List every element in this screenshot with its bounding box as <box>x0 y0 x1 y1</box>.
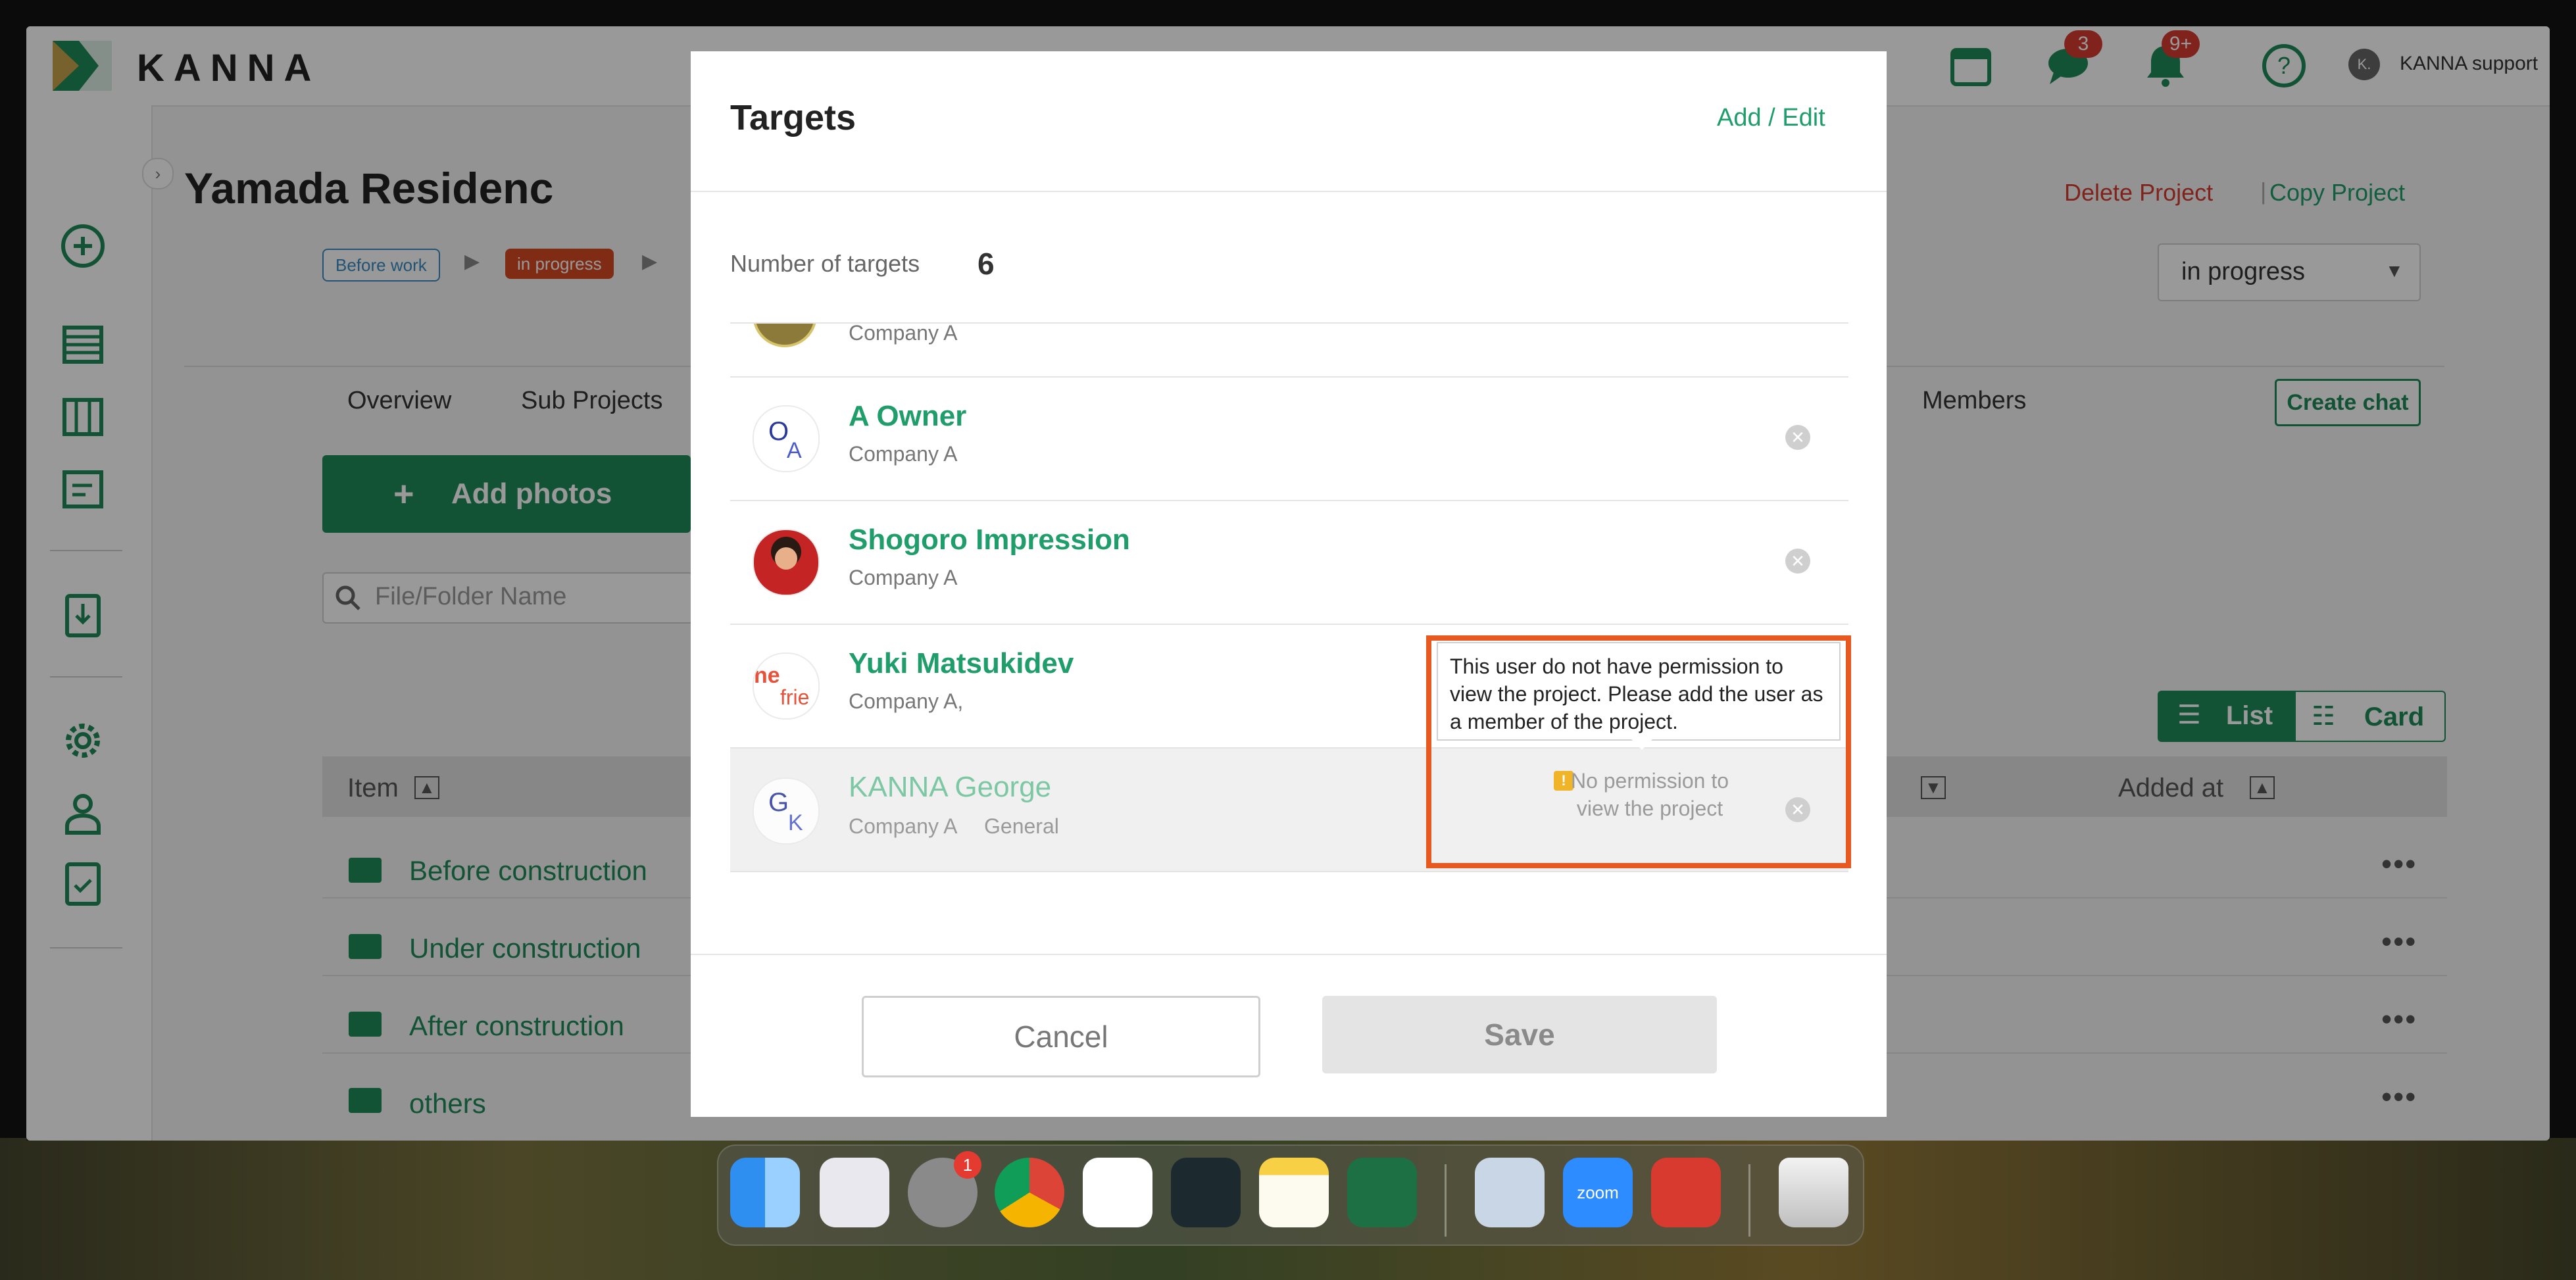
row-divider <box>730 624 1848 625</box>
modal-title: Targets <box>730 98 856 137</box>
target-name[interactable]: KANNA George <box>849 771 1051 804</box>
target-company: Company A <box>849 442 958 466</box>
number-of-targets-value: 6 <box>978 247 995 281</box>
notes-icon[interactable] <box>1259 1158 1329 1227</box>
target-company: Company A, <box>849 689 964 713</box>
target-avatar <box>753 324 817 347</box>
avatar-photo <box>775 547 797 570</box>
target-company: Company A <box>849 321 958 345</box>
modal-header-divider <box>691 191 1887 192</box>
modal-footer-divider <box>691 954 1887 955</box>
target-company: Company A <box>849 566 958 589</box>
target-name[interactable]: Yuki Matsukidev <box>849 647 1074 680</box>
chrome-icon[interactable] <box>995 1158 1064 1227</box>
number-of-targets-label: Number of targets <box>730 250 920 277</box>
dock-divider <box>1748 1164 1750 1237</box>
target-name[interactable]: A Owner <box>849 400 966 433</box>
excel-icon[interactable] <box>1347 1158 1417 1227</box>
target-avatar <box>753 529 820 596</box>
remove-target-icon[interactable]: ✕ <box>1785 425 1810 450</box>
target-avatar: ne frie <box>753 652 820 720</box>
avatar-initials: A <box>787 438 802 463</box>
target-name[interactable]: Shogoro Impression <box>849 524 1130 556</box>
row-divider <box>730 376 1848 378</box>
add-edit-link[interactable]: Add / Edit <box>1717 104 1825 132</box>
target-avatar: O A <box>753 405 820 472</box>
avatar-initials: O <box>768 417 789 446</box>
remove-target-icon[interactable]: ✕ <box>1785 549 1810 574</box>
zoom-icon[interactable]: zoom <box>1563 1158 1633 1227</box>
trash-icon[interactable] <box>1779 1158 1848 1227</box>
slack-icon[interactable] <box>1083 1158 1152 1227</box>
avatar-initials: G <box>768 788 789 817</box>
target-company: Company A <box>849 814 958 838</box>
save-button[interactable]: Save <box>1322 996 1717 1073</box>
avatar-initials: K <box>788 810 803 835</box>
filmora-icon[interactable] <box>1171 1158 1241 1227</box>
targets-modal: Targets Add / Edit Number of targets 6 C… <box>691 51 1887 1117</box>
dock-divider <box>1445 1164 1447 1237</box>
annotation-highlight-box <box>1426 635 1851 868</box>
avatar-logo: frie <box>780 685 810 709</box>
photo-booth-icon[interactable] <box>1651 1158 1721 1227</box>
target-role: General <box>984 814 1059 838</box>
target-avatar: G K <box>753 777 820 845</box>
cancel-button[interactable]: Cancel <box>862 996 1260 1077</box>
launchpad-icon[interactable] <box>820 1158 889 1227</box>
row-divider <box>730 871 1848 872</box>
avatar-logo: ne <box>754 663 780 688</box>
row-divider <box>730 500 1848 501</box>
finder-icon[interactable] <box>730 1158 800 1227</box>
settings-badge: 1 <box>954 1151 981 1179</box>
preview-icon[interactable] <box>1475 1158 1545 1227</box>
